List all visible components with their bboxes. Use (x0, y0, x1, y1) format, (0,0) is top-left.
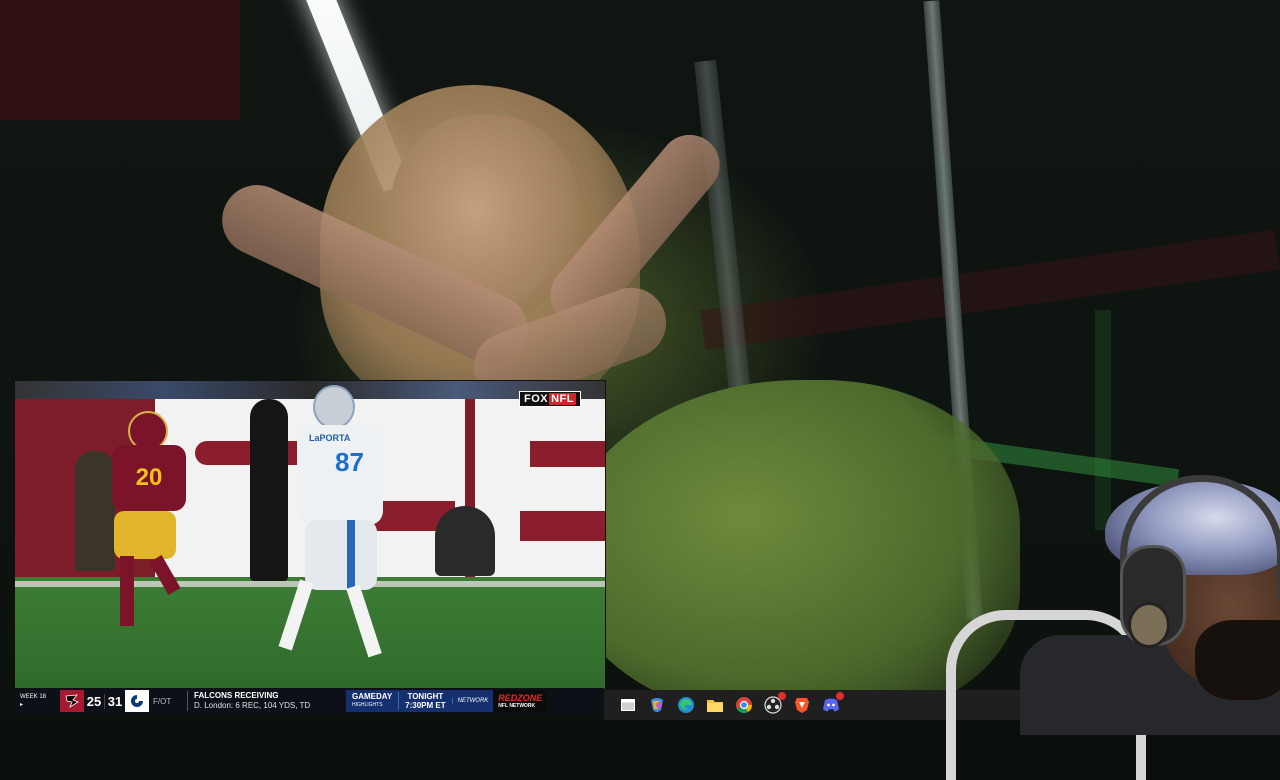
defender-jersey: 20 (112, 445, 186, 511)
team-b-score: 31 (104, 693, 125, 709)
promo-network: NETWORK (451, 698, 494, 704)
receiver-pants (305, 520, 377, 590)
receiver-helmet (313, 385, 355, 429)
defender-sock (149, 555, 181, 595)
game-video-player[interactable]: FOX NFL 20 LaPORTA 87 (14, 380, 606, 690)
stat-panel: FALCONS RECEIVING D. London: 6 REC, 104 … (187, 691, 342, 711)
wall-sign-letter (520, 511, 605, 541)
ticker-week: WEEK 18 ▸ (14, 693, 60, 709)
headphone-cup (1128, 602, 1170, 648)
team-a-score: 25 (86, 693, 102, 709)
receiver-jersey: LaPORTA 87 (297, 425, 383, 525)
discord-icon[interactable] (821, 692, 844, 715)
obs-icon[interactable] (763, 692, 786, 715)
brave-icon[interactable] (792, 695, 812, 715)
photographer (75, 451, 115, 571)
network-bug: FOX NFL (518, 391, 581, 407)
promo-gameday-sub: HIGHLIGHTS (352, 702, 383, 708)
promo-time: 7:30PM ET (405, 701, 446, 710)
stat-detail: D. London: 6 REC, 104 YDS, TD (194, 701, 311, 710)
wall-sign-letter (530, 441, 605, 467)
promo-gameday: GAMEDAY HIGHLIGHTS (346, 693, 398, 709)
week-label: WEEK 18 (20, 694, 47, 700)
promo-tonight-label: TONIGHT (407, 692, 444, 701)
streamer-beard (1195, 620, 1280, 700)
notification-badge (836, 692, 844, 700)
receiver-nameplate: LaPORTA (309, 433, 351, 443)
receiver-leg (346, 584, 382, 658)
redzone-label: REDZONE (498, 693, 543, 703)
redzone-sub: NFL NETWORK (498, 703, 536, 709)
week-sub: ▸ (20, 702, 24, 708)
defender-player: 20 (110, 411, 190, 631)
copilot-icon[interactable] (647, 695, 667, 715)
webcam-overlay (946, 470, 1280, 780)
notification-badge (778, 692, 786, 700)
camera-operator (435, 506, 495, 576)
edge-icon[interactable] (676, 695, 696, 715)
folder-icon[interactable] (705, 695, 725, 715)
receiver-pants-stripe (347, 520, 355, 590)
promo-tonight: TONIGHT 7:30PM ET (398, 692, 451, 710)
promo-banner: GAMEDAY HIGHLIGHTS TONIGHT 7:30PM ET NET… (346, 690, 494, 712)
falcons-logo-icon (60, 690, 84, 712)
defender-sock (120, 556, 134, 626)
receiver-number: 87 (335, 447, 364, 477)
background-red-banner (700, 229, 1280, 351)
background-red-banner (0, 0, 240, 120)
stat-title: FALCONS RECEIVING (194, 691, 279, 700)
defender-pants (114, 511, 176, 559)
receiver-leg (278, 579, 314, 651)
chrome-icon[interactable] (734, 695, 754, 715)
receiver-player: LaPORTA 87 (275, 385, 405, 675)
game-status: F/OT (153, 696, 172, 706)
colts-logo-icon (125, 690, 149, 712)
window-icon[interactable] (618, 695, 638, 715)
score-ticker: WEEK 18 ▸ 25 31 F/OT FALCONS RECEIVING D… (14, 688, 604, 714)
redzone-bug: REDZONE NFL NETWORK (493, 690, 548, 712)
promo-gameday-label: GAMEDAY (352, 692, 393, 701)
